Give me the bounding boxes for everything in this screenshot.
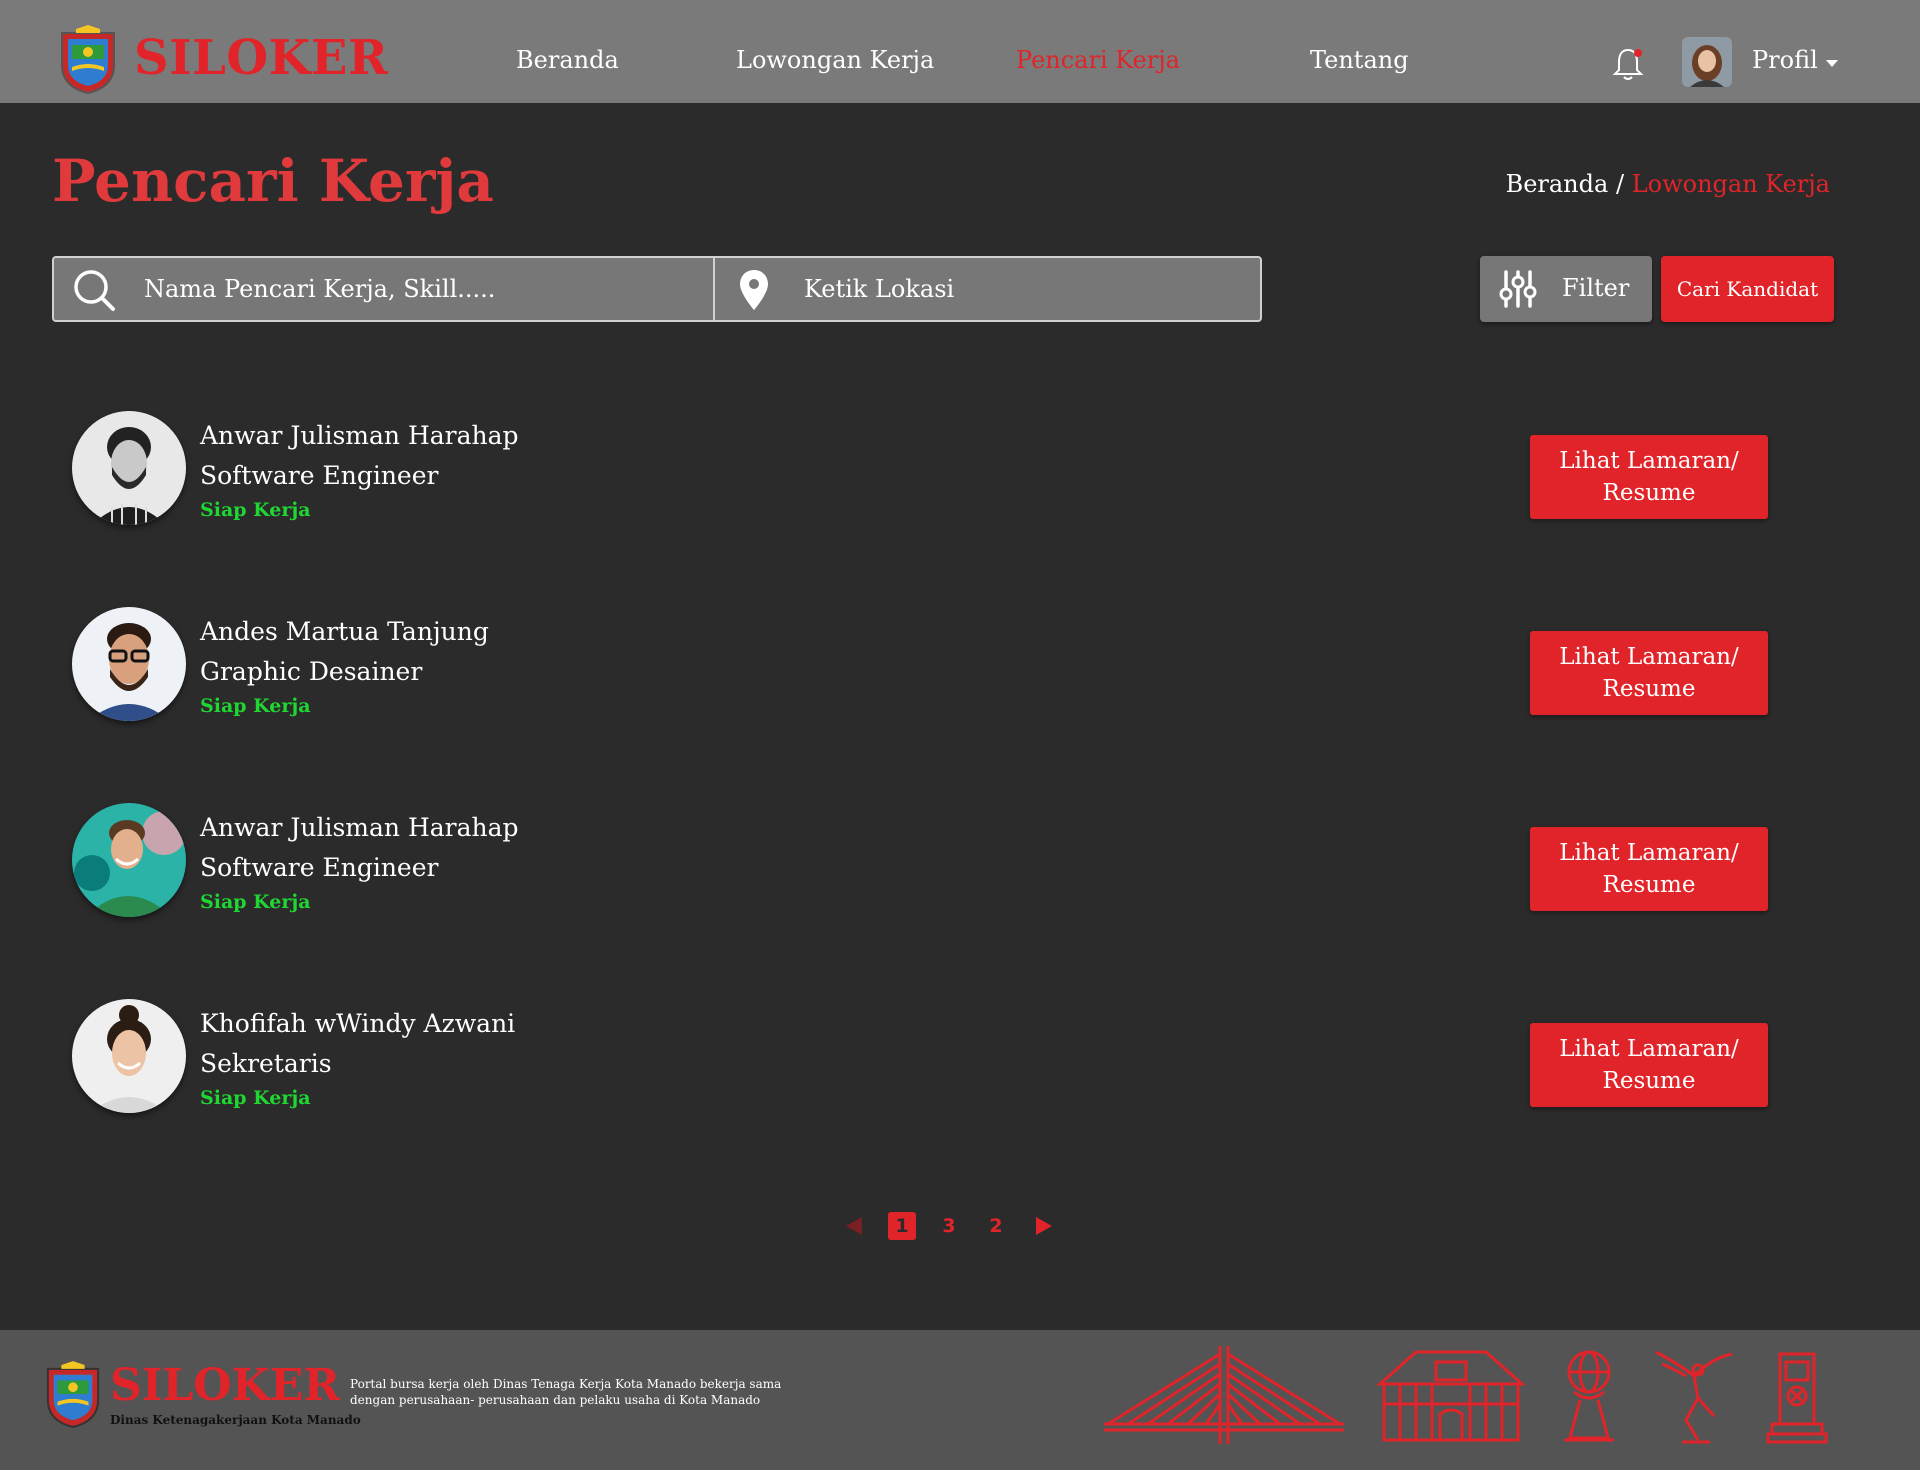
view-resume-button[interactable]: Lihat Lamaran/ Resume	[1530, 435, 1768, 519]
profile-menu-label[interactable]: Profil	[1752, 48, 1818, 72]
city-emblem-logo[interactable]	[58, 25, 118, 95]
view-resume-label-line1: Lihat Lamaran/	[1559, 840, 1739, 866]
candidate-avatar[interactable]	[72, 803, 186, 917]
footer-emblem-logo	[46, 1361, 100, 1428]
candidate-item: Anwar Julisman Harahap Software Engineer…	[0, 411, 1920, 541]
page-1[interactable]: 1	[888, 1212, 916, 1240]
candidate-role: Software Engineer	[200, 853, 439, 882]
candidate-role: Graphic Desainer	[200, 657, 423, 686]
candidate-role: Software Engineer	[200, 461, 439, 490]
brand-title[interactable]: SILOKER	[134, 34, 388, 82]
breadcrumb-separator: /	[1615, 170, 1625, 198]
nav-pencari-kerja[interactable]: Pencari Kerja	[1016, 48, 1180, 72]
statue-monument-icon	[1655, 1350, 1733, 1444]
candidate-item: Khofifah wWindy Azwani Sekretaris Siap K…	[0, 999, 1920, 1129]
user-avatar[interactable]	[1682, 37, 1732, 87]
sliders-icon	[1499, 270, 1537, 308]
view-resume-label-line2: Resume	[1602, 1068, 1696, 1094]
candidate-item: Anwar Julisman Harahap Software Engineer…	[0, 803, 1920, 933]
search-icon	[74, 270, 115, 311]
footer-subtitle: Dinas Ketenagakerjaan Kota Manado	[110, 1413, 361, 1427]
candidate-status: Siap Kerja	[200, 891, 311, 913]
caret-down-icon[interactable]	[1826, 60, 1838, 67]
candidate-status: Siap Kerja	[200, 499, 311, 521]
candidate-avatar[interactable]	[72, 411, 186, 525]
candidate-status: Siap Kerja	[200, 695, 311, 717]
page-title: Pencari Kerja	[52, 147, 494, 215]
candidate-status: Siap Kerja	[200, 1087, 311, 1109]
candidate-name[interactable]: Khofifah wWindy Azwani	[200, 1011, 515, 1036]
footer-description: Portal bursa kerja oleh Dinas Tenaga Ker…	[350, 1377, 782, 1407]
pagination: 1 3 2	[0, 1212, 1920, 1242]
view-resume-label-line1: Lihat Lamaran/	[1559, 1036, 1739, 1062]
location-pin-icon	[740, 270, 768, 310]
filter-button[interactable]: Filter	[1480, 256, 1652, 322]
page-2[interactable]: 2	[982, 1212, 1010, 1240]
tower-monument-icon	[1766, 1352, 1828, 1444]
nav-tentang[interactable]: Tentang	[1310, 48, 1409, 72]
filter-label: Filter	[1562, 274, 1630, 302]
globe-monument-icon	[1564, 1350, 1614, 1442]
candidate-role: Sekretaris	[200, 1049, 332, 1078]
search-candidates-button[interactable]: Cari Kandidat	[1661, 256, 1834, 322]
nav-lowongan-kerja[interactable]: Lowongan Kerja	[736, 48, 934, 72]
view-resume-label-line1: Lihat Lamaran/	[1559, 644, 1739, 670]
keyword-search-input[interactable]	[144, 258, 704, 320]
footer: SILOKER Dinas Ketenagakerjaan Kota Manad…	[0, 1330, 1920, 1470]
view-resume-button[interactable]: Lihat Lamaran/ Resume	[1530, 631, 1768, 715]
view-resume-label-line2: Resume	[1602, 480, 1696, 506]
nav-beranda[interactable]: Beranda	[516, 48, 619, 72]
breadcrumb-current[interactable]: Lowongan Kerja	[1632, 170, 1830, 198]
candidate-item: Andes Martua Tanjung Graphic Desainer Si…	[0, 607, 1920, 737]
search-divider	[713, 258, 715, 320]
view-resume-button[interactable]: Lihat Lamaran/ Resume	[1530, 827, 1768, 911]
next-page-icon[interactable]	[1036, 1217, 1052, 1235]
candidate-name[interactable]: Andes Martua Tanjung	[200, 619, 489, 644]
footer-brand: SILOKER	[110, 1360, 340, 1411]
view-resume-button[interactable]: Lihat Lamaran/ Resume	[1530, 1023, 1768, 1107]
candidate-avatar[interactable]	[72, 999, 186, 1113]
view-resume-label-line1: Lihat Lamaran/	[1559, 448, 1739, 474]
page-3[interactable]: 3	[935, 1212, 963, 1240]
bell-icon[interactable]	[1612, 46, 1644, 82]
breadcrumb-home[interactable]: Beranda	[1506, 170, 1609, 198]
view-resume-label-line2: Resume	[1602, 676, 1696, 702]
top-navbar: SILOKER Beranda Lowongan Kerja Pencari K…	[0, 0, 1920, 103]
bridge-landmark-icon	[1104, 1346, 1344, 1444]
candidate-name[interactable]: Anwar Julisman Harahap	[200, 423, 519, 448]
government-building-icon	[1376, 1350, 1526, 1442]
candidate-avatar[interactable]	[72, 607, 186, 721]
candidate-name[interactable]: Anwar Julisman Harahap	[200, 815, 519, 840]
search-bar	[52, 256, 1262, 322]
location-search-input[interactable]	[804, 258, 1254, 320]
breadcrumb: Beranda / Lowongan Kerja	[1506, 172, 1830, 196]
view-resume-label-line2: Resume	[1602, 872, 1696, 898]
previous-page-icon[interactable]	[846, 1217, 862, 1235]
